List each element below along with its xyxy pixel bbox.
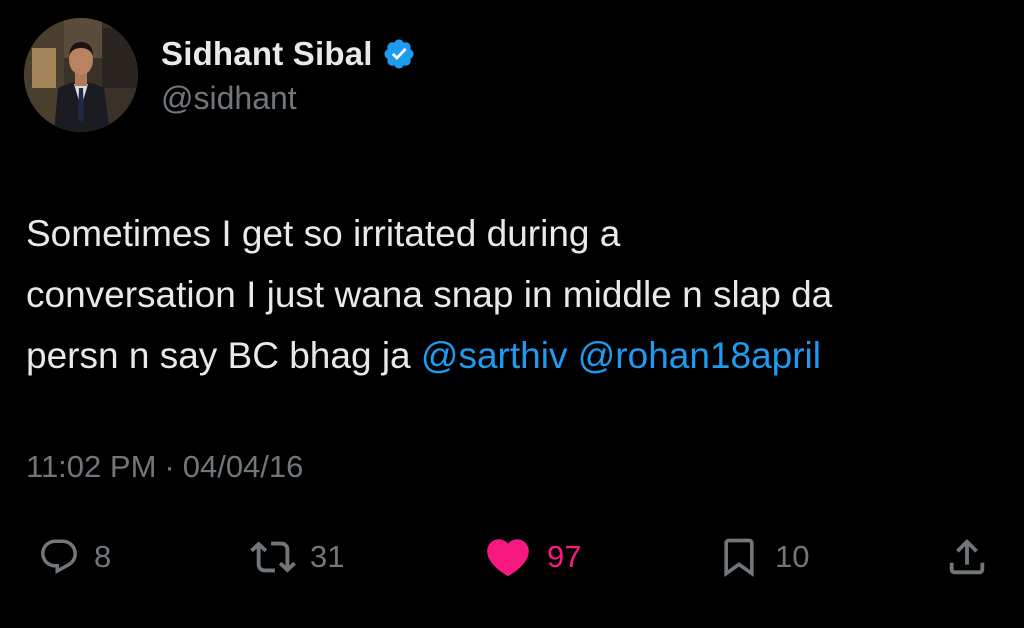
tweet-card: Sidhant Sibal @sidhant Sometimes I get s… bbox=[0, 0, 1024, 628]
tweet-text: Sometimes I get so irritated during a co… bbox=[26, 203, 986, 386]
author-block: Sidhant Sibal @sidhant bbox=[161, 34, 416, 117]
heart-icon bbox=[483, 532, 533, 582]
tweet-timestamp[interactable]: 11:02 PM · 04/04/16 bbox=[26, 449, 303, 485]
like-count: 97 bbox=[547, 539, 582, 574]
tweet-text-line: conversation I just wana snap in middle … bbox=[26, 274, 833, 315]
like-button[interactable]: 97 bbox=[483, 532, 581, 582]
bookmark-count: 10 bbox=[775, 539, 810, 574]
reply-count: 8 bbox=[94, 539, 112, 574]
retweet-button[interactable]: 31 bbox=[250, 532, 344, 582]
handle[interactable]: @sidhant bbox=[161, 80, 416, 117]
verified-badge-icon bbox=[382, 37, 416, 71]
mention-link-sarthiv[interactable]: @sarthiv bbox=[421, 335, 568, 376]
share-button[interactable] bbox=[944, 532, 990, 582]
bookmark-button[interactable]: 10 bbox=[717, 532, 809, 582]
share-icon bbox=[944, 534, 990, 580]
reply-icon bbox=[38, 536, 80, 578]
avatar[interactable] bbox=[24, 18, 138, 132]
retweet-icon bbox=[250, 534, 296, 580]
retweet-count: 31 bbox=[310, 539, 345, 574]
reply-button[interactable]: 8 bbox=[38, 532, 111, 582]
tweet-text-fragment: persn n say BC bhag ja bbox=[26, 335, 421, 376]
display-name[interactable]: Sidhant Sibal bbox=[161, 35, 373, 73]
tweet-time: 11:02 PM bbox=[26, 449, 157, 484]
bookmark-icon bbox=[717, 535, 761, 579]
mention-link-rohan18april[interactable]: @rohan18april bbox=[578, 335, 821, 376]
tweet-text-line: persn n say BC bhag ja @sarthiv @rohan18… bbox=[26, 325, 986, 386]
name-row: Sidhant Sibal bbox=[161, 34, 416, 74]
meta-separator: · bbox=[164, 449, 175, 484]
tweet-date: 04/04/16 bbox=[182, 449, 304, 484]
tweet-text-line: Sometimes I get so irritated during a bbox=[26, 213, 621, 254]
